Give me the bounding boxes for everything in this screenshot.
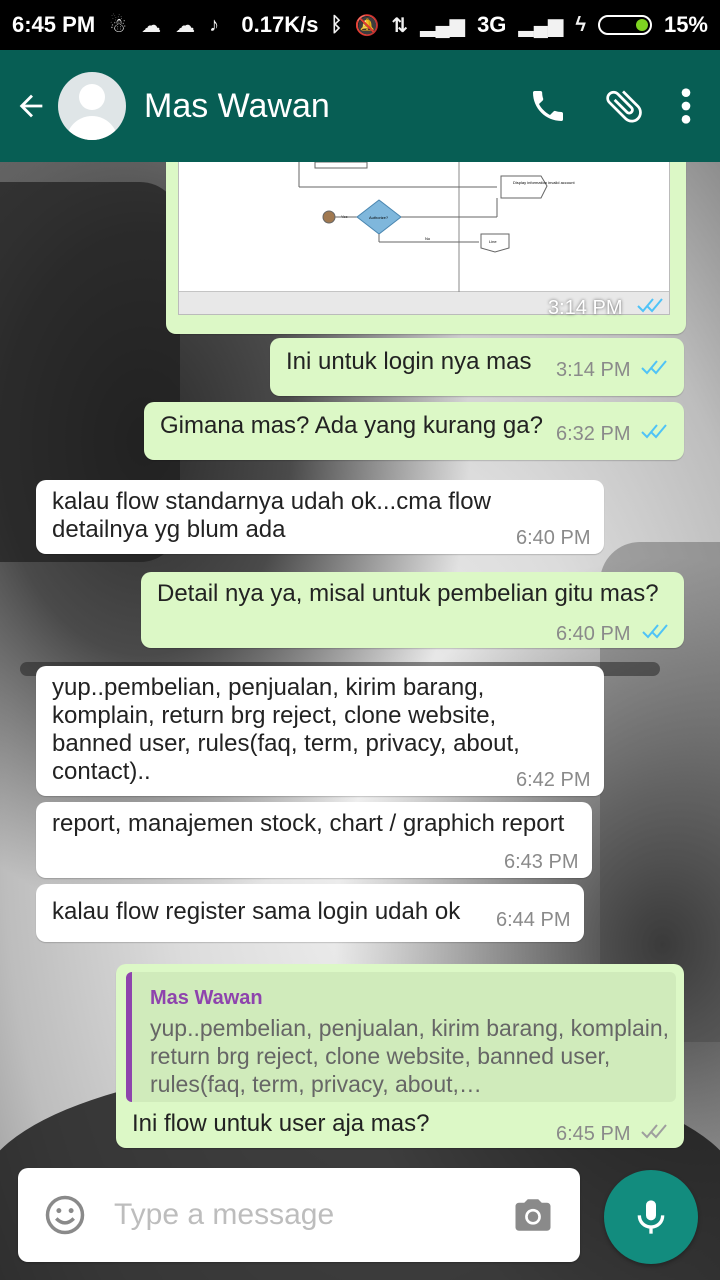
outgoing-message[interactable]: Gimana mas? Ada yang kurang ga? 6:32 PM bbox=[144, 402, 684, 460]
delivered-ticks-icon bbox=[641, 1124, 667, 1139]
incoming-message[interactable]: kalau flow standarnya udah ok...cma flow… bbox=[36, 480, 604, 554]
message-text: kalau flow standarnya udah ok...cma flow… bbox=[52, 488, 491, 543]
arrow-left-icon bbox=[19, 94, 43, 118]
emoji-button[interactable] bbox=[44, 1194, 86, 1241]
image-message[interactable]: Display information invalid account Yes … bbox=[166, 162, 686, 334]
message-time: 6:44 PM bbox=[496, 909, 571, 931]
chat-area[interactable]: Display information invalid account Yes … bbox=[0, 162, 720, 1280]
message-input[interactable]: Type a message bbox=[114, 1198, 334, 1232]
paperclip-icon bbox=[606, 90, 642, 123]
message-time: 3:14 PM bbox=[548, 297, 623, 319]
message-time: 6:43 PM bbox=[504, 851, 579, 873]
signal-icon-2: ▂▄▆ bbox=[518, 14, 564, 37]
read-ticks-icon bbox=[642, 624, 668, 639]
call-button[interactable] bbox=[528, 86, 568, 126]
message-time: 6:32 PM bbox=[556, 423, 631, 445]
message-time: 6:40 PM bbox=[556, 623, 631, 645]
battery-level: 15% bbox=[663, 12, 708, 37]
diagram-display-label: Display information invalid account bbox=[513, 180, 575, 185]
charging-icon: ϟ bbox=[575, 13, 586, 36]
menu-button[interactable] bbox=[680, 86, 692, 126]
incoming-message[interactable]: yup..pembelian, penjualan, kirim barang,… bbox=[36, 666, 604, 796]
diagram-decision-label: Authorize? bbox=[369, 215, 389, 220]
message-time: 6:45 PM bbox=[556, 1123, 631, 1145]
outgoing-message[interactable]: Detail nya ya, misal untuk pembelian git… bbox=[141, 572, 684, 648]
quoted-message[interactable]: Mas Wawan yup..pembelian, penjualan, kir… bbox=[126, 972, 676, 1102]
battery-icon bbox=[597, 15, 652, 35]
message-text: kalau flow register sama login udah ok bbox=[52, 898, 461, 925]
chat-header: Mas Wawan bbox=[0, 50, 720, 162]
avatar[interactable] bbox=[58, 72, 126, 140]
read-ticks-icon bbox=[637, 298, 663, 313]
camera-icon bbox=[515, 1199, 551, 1231]
signal-icon: ▂▄▆ bbox=[420, 14, 466, 37]
attach-button[interactable] bbox=[602, 84, 646, 128]
network-type: 3G bbox=[477, 12, 507, 37]
cloud-icon: ☁ bbox=[141, 14, 162, 37]
flowchart-image[interactable]: Display information invalid account Yes … bbox=[178, 162, 670, 315]
cloud-icon-2: ☁ bbox=[175, 14, 196, 37]
bluetooth-icon: ᛒ bbox=[330, 13, 343, 36]
flowchart-diagram: Display information invalid account Yes … bbox=[179, 162, 669, 314]
incoming-message[interactable]: report, manajemen stock, chart / graphic… bbox=[36, 802, 592, 878]
contact-name[interactable]: Mas Wawan bbox=[144, 87, 330, 126]
read-ticks-icon bbox=[641, 424, 667, 439]
avatar-shoulders bbox=[66, 116, 118, 140]
message-text: Ini untuk login nya mas bbox=[286, 348, 532, 375]
quoted-text: yup..pembelian, penjualan, kirim barang,… bbox=[150, 1015, 670, 1097]
back-button[interactable] bbox=[14, 89, 54, 123]
quoted-author: Mas Wawan bbox=[150, 987, 263, 1009]
network-speed: 0.17K/s bbox=[241, 12, 319, 37]
notification-icon: ☃ bbox=[109, 14, 128, 37]
mute-icon: 🔕 bbox=[354, 14, 380, 37]
diagram-end-label: Line bbox=[489, 239, 497, 244]
default-avatar-icon bbox=[79, 84, 105, 110]
message-time: 3:14 PM bbox=[556, 359, 631, 381]
message-text: Ini flow untuk user aja mas? bbox=[132, 1110, 430, 1137]
read-ticks-icon bbox=[641, 360, 667, 375]
camera-button[interactable] bbox=[512, 1194, 554, 1241]
incoming-message[interactable]: kalau flow register sama login udah ok 6… bbox=[36, 884, 584, 942]
reply-message[interactable]: Mas Wawan yup..pembelian, penjualan, kir… bbox=[116, 964, 684, 1148]
message-text: yup..pembelian, penjualan, kirim barang,… bbox=[52, 674, 520, 785]
message-time: 6:42 PM bbox=[516, 769, 591, 791]
smiley-icon bbox=[45, 1195, 85, 1235]
message-text: report, manajemen stock, chart / graphic… bbox=[52, 810, 565, 837]
headset-icon: ♪ bbox=[209, 13, 220, 36]
status-bar: 6:45 PM ☃ ☁ ☁ ♪ 0.17K/s ᛒ 🔕 ⇅ ▂▄▆ 3G ▂▄▆… bbox=[0, 0, 720, 50]
microphone-icon bbox=[637, 1200, 665, 1234]
phone-icon bbox=[533, 91, 563, 121]
mic-button[interactable] bbox=[604, 1170, 698, 1264]
message-text: Gimana mas? Ada yang kurang ga? bbox=[160, 412, 543, 439]
outgoing-message[interactable]: Ini untuk login nya mas 3:14 PM bbox=[270, 338, 684, 396]
more-vertical-icon bbox=[681, 88, 691, 124]
message-text: Detail nya ya, misal untuk pembelian git… bbox=[157, 580, 659, 607]
message-time: 6:40 PM bbox=[516, 527, 591, 549]
status-time: 6:45 PM bbox=[12, 12, 96, 37]
message-input-bar: Type a message bbox=[18, 1168, 580, 1262]
diagram-no-label: No bbox=[425, 236, 431, 241]
data-transfer-icon: ⇅ bbox=[391, 14, 409, 37]
